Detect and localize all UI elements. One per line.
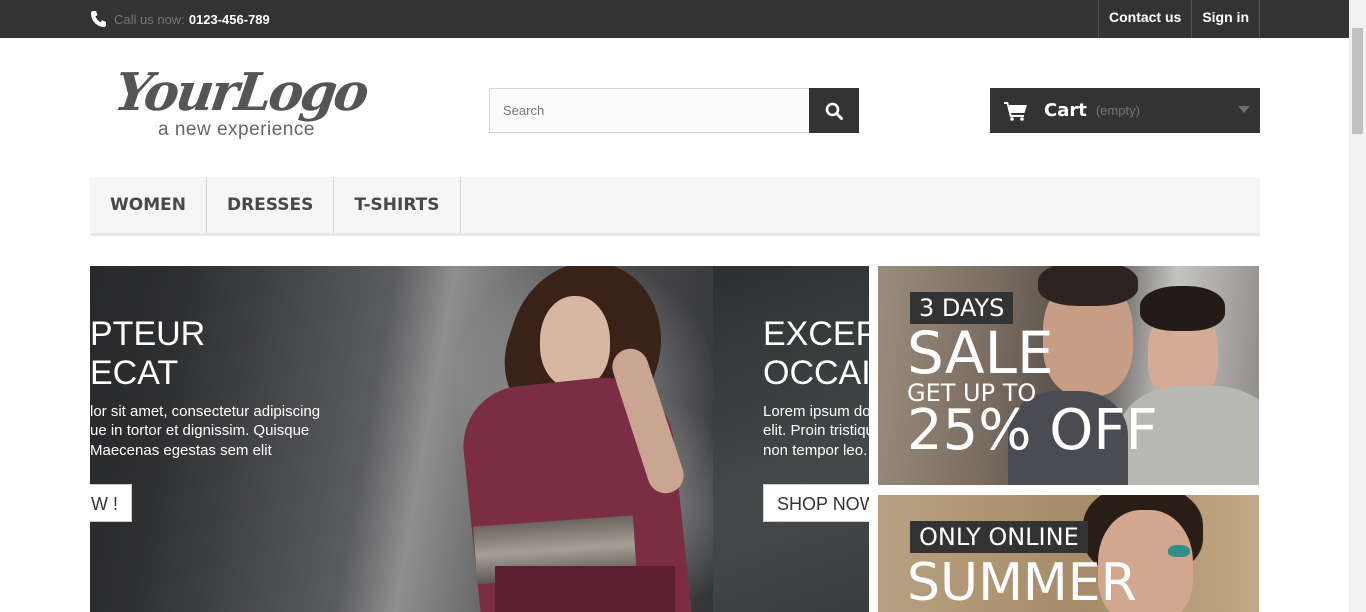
slide-text-line: non tempor leo. [763, 442, 868, 459]
model-eyeshadow [1168, 545, 1190, 557]
search-button[interactable] [809, 88, 859, 133]
model-face [540, 296, 610, 388]
logo-script: YourLogo [110, 62, 371, 123]
main-menu: Women Dresses T-shirts [90, 177, 1260, 236]
slide-text-line: Maecenas egestas sem elit [90, 442, 272, 459]
phone-icon [91, 11, 106, 27]
phone-number: 0123-456-789 [188, 11, 270, 27]
top-links: Contact us Sign in [1097, 0, 1260, 38]
search-icon [825, 102, 843, 120]
phone-info: Call us now: 0123-456-789 [90, 8, 270, 30]
banner-headline: SALE [907, 319, 1054, 387]
female-model-hair [1140, 286, 1225, 331]
male-model-hair [1038, 266, 1138, 306]
slide-title-line: OCCAI [763, 354, 869, 392]
contact-us-link[interactable]: Contact us [1097, 0, 1191, 38]
sign-in-link[interactable]: Sign in [1191, 0, 1260, 38]
chevron-down-icon [1238, 106, 1250, 113]
slide-title-line: EXCEP [763, 315, 869, 353]
cart-button[interactable]: Cart (empty) [990, 88, 1260, 133]
homepage-slider[interactable]: PTEUR ECAT lor sit amet, consectetur adi… [90, 266, 869, 612]
menu-item-women[interactable]: Women [90, 177, 207, 233]
slide-text-line: elit. Proin tristiqu [763, 422, 869, 439]
call-label: Call us now: [114, 11, 185, 27]
top-bar: Call us now: 0123-456-789 Contact us Sig… [0, 0, 1366, 38]
scrollbar-thumb[interactable] [1352, 28, 1363, 134]
model-skirt [495, 566, 675, 612]
site-logo[interactable]: YourLogo a new experience [111, 62, 400, 142]
slide-text-line: ue in tortor et dignissim. Quisque [90, 422, 310, 439]
banner-discount: 25% OFF [907, 398, 1158, 463]
shopping-cart-icon [1004, 101, 1027, 121]
cart-status: (empty) [1095, 103, 1140, 118]
shop-now-button[interactable]: SHOP NOW [763, 484, 869, 522]
slide-title-line: ECAT [90, 354, 179, 392]
cart-label: Cart [1044, 100, 1087, 121]
banner-headline: SUMMER [907, 553, 1137, 612]
search-form [489, 88, 859, 133]
logo-tagline: a new experience [158, 119, 315, 140]
slide-text-line: lor sit amet, consectetur adipiscing [90, 403, 321, 420]
menu-item-dresses[interactable]: Dresses [207, 177, 335, 233]
banner-tag: ONLY ONLINE [910, 521, 1088, 553]
summer-banner[interactable]: ONLY ONLINE SUMMER [878, 495, 1259, 612]
slide: PTEUR ECAT lor sit amet, consectetur adi… [90, 266, 714, 612]
search-input[interactable] [489, 88, 810, 133]
menu-item-tshirts[interactable]: T-shirts [334, 177, 461, 233]
shop-now-button[interactable]: W ! [90, 484, 132, 522]
slide-text-line: Lorem ipsum do [763, 403, 869, 420]
page-scrollbar[interactable] [1349, 0, 1366, 612]
sale-banner[interactable]: 3 DAYS SALE GET UP TO 25% OFF [878, 266, 1259, 485]
slide: EXCEP OCCAI Lorem ipsum do elit. Proin t… [713, 266, 869, 612]
slide-title-line: PTEUR [90, 315, 206, 353]
